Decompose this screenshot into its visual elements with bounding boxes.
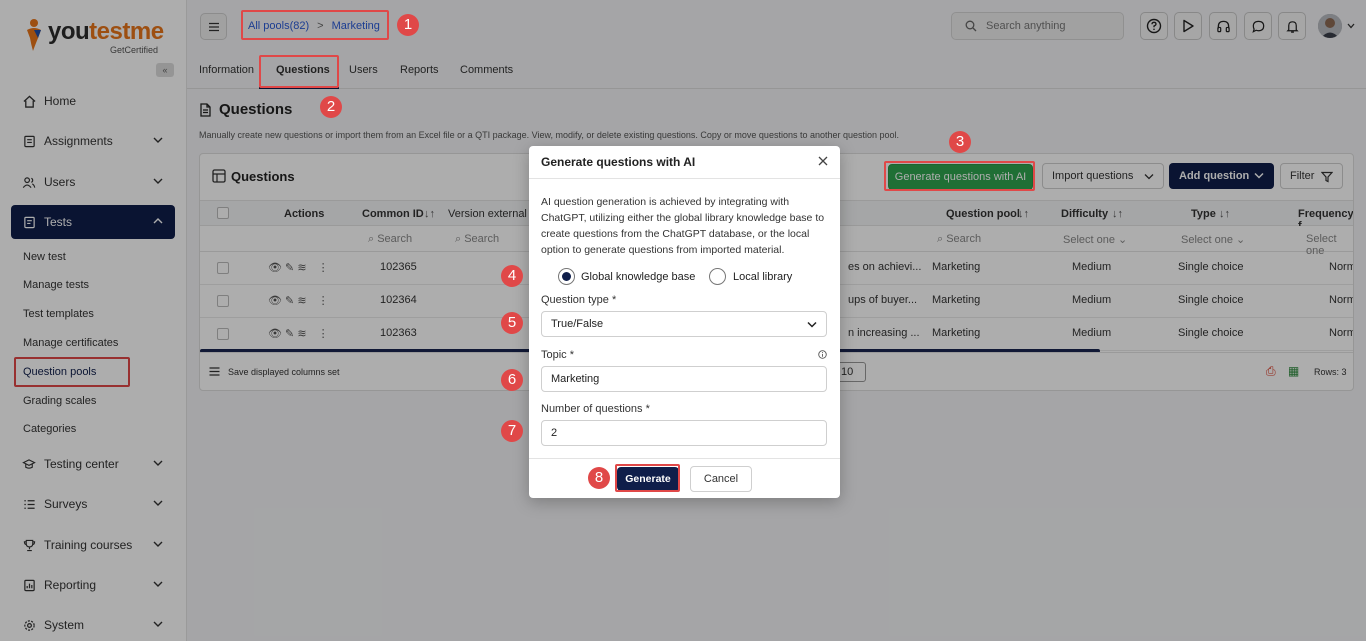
annotation-badge-2: 2 <box>320 96 342 118</box>
annotation-badge-8: 8 <box>588 467 610 489</box>
annotation-badge-4: 4 <box>501 265 523 287</box>
cancel-button[interactable]: Cancel <box>690 466 752 492</box>
highlight-generate-ai <box>884 161 1035 191</box>
annotation-badge-5: 5 <box>501 312 523 334</box>
chevron-down-icon <box>807 321 817 328</box>
question-type-value: True/False <box>551 318 604 330</box>
highlight-questions-tab <box>259 55 339 88</box>
close-icon[interactable] <box>817 155 829 167</box>
annotation-badge-6: 6 <box>501 369 523 391</box>
info-icon[interactable] <box>818 350 827 359</box>
radio-global-knowledge-base[interactable] <box>558 268 575 285</box>
dialog-title: Generate questions with AI <box>541 155 696 169</box>
question-type-label: Question type * <box>541 294 617 306</box>
dialog-footer: Generate Cancel <box>529 458 840 498</box>
radio-local-label: Local library <box>733 271 793 283</box>
annotation-badge-3: 3 <box>949 131 971 153</box>
topic-label: Topic * <box>541 349 575 361</box>
radio-global-label: Global knowledge base <box>581 271 696 283</box>
radio-local-library[interactable] <box>709 268 726 285</box>
dialog-description: AI question generation is achieved by in… <box>541 196 825 256</box>
number-of-questions-label: Number of questions * <box>541 403 650 415</box>
generate-ai-dialog: Generate questions with AI AI question g… <box>529 146 840 498</box>
highlight-breadcrumb <box>241 10 389 40</box>
annotation-badge-1: 1 <box>397 14 419 36</box>
annotation-badge-7: 7 <box>501 420 523 442</box>
highlight-generate-button <box>615 464 680 492</box>
dialog-header: Generate questions with AI <box>529 146 840 179</box>
topic-input[interactable]: Marketing <box>541 366 827 392</box>
question-type-select[interactable]: True/False <box>541 311 827 337</box>
number-of-questions-input[interactable]: 2 <box>541 420 827 446</box>
